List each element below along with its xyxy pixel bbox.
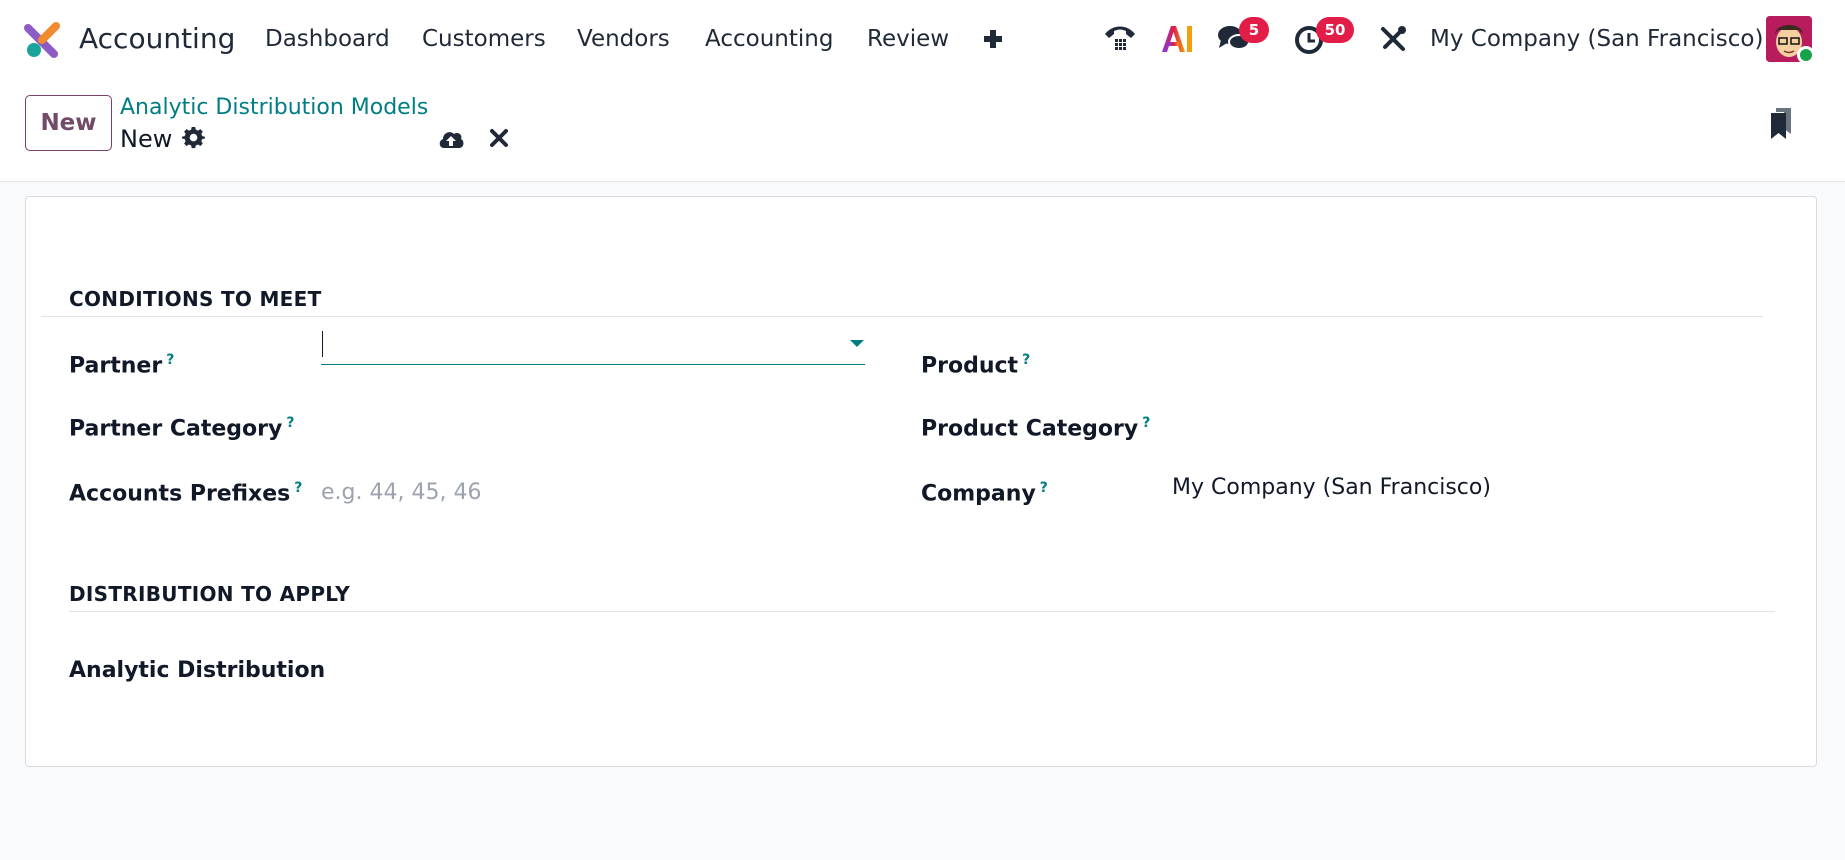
user-online-status: [1797, 46, 1815, 64]
company-label: Company?: [921, 473, 1048, 509]
partner-help-icon[interactable]: ?: [166, 352, 174, 368]
save-cloud-upload-icon[interactable]: [438, 128, 464, 150]
top-navbar: Accounting Dashboard Customers Vendors A…: [0, 0, 1845, 78]
menu-accounting[interactable]: Accounting: [705, 24, 833, 54]
company-label-text: Company: [921, 481, 1036, 507]
gear-icon[interactable]: [182, 127, 205, 150]
text-cursor: [322, 331, 323, 357]
partner-input[interactable]: [321, 325, 865, 365]
distribution-divider: [69, 611, 1775, 612]
partner-category-field[interactable]: [321, 407, 865, 441]
product-help-icon[interactable]: ?: [1022, 352, 1030, 368]
bookmark-icon[interactable]: [1769, 106, 1793, 140]
analytic-distribution-field[interactable]: [346, 655, 1246, 689]
menu-vendors[interactable]: Vendors: [577, 24, 670, 54]
conditions-section-title: CONDITIONS TO MEET: [69, 287, 322, 311]
menu-customers[interactable]: Customers: [422, 24, 546, 54]
tools-icon[interactable]: [1379, 25, 1407, 53]
product-label-text: Product: [921, 353, 1019, 379]
ai-icon[interactable]: [1160, 24, 1194, 54]
company-field[interactable]: My Company (San Francisco): [1172, 473, 1491, 503]
company-help-icon[interactable]: ?: [1040, 480, 1048, 496]
partner-dropdown-caret-icon[interactable]: [850, 340, 864, 347]
phone-icon[interactable]: [1103, 22, 1137, 56]
product-category-label: Product Category?: [921, 408, 1150, 444]
accounting-app-logo-icon[interactable]: [24, 20, 62, 58]
partner-label: Partner?: [69, 345, 174, 381]
breadcrumb-analytic-distribution-models[interactable]: Analytic Distribution Models: [120, 94, 428, 122]
accounts-prefixes-input[interactable]: [321, 474, 865, 510]
partner-category-label: Partner Category?: [69, 408, 294, 444]
product-category-field[interactable]: [1172, 407, 1752, 441]
menu-review[interactable]: Review: [867, 24, 949, 54]
partner-category-label-text: Partner Category: [69, 416, 283, 442]
partner-category-help-icon[interactable]: ?: [286, 415, 294, 431]
plus-icon[interactable]: [982, 24, 1004, 52]
company-switcher[interactable]: My Company (San Francisco): [1430, 24, 1763, 54]
product-label: Product?: [921, 345, 1030, 381]
partner-label-text: Partner: [69, 353, 163, 379]
accounts-prefixes-label: Accounts Prefixes?: [69, 473, 302, 509]
distribution-section-title: DISTRIBUTION TO APPLY: [69, 582, 351, 606]
conditions-divider: [41, 316, 1763, 317]
product-field[interactable]: [1172, 343, 1752, 377]
analytic-distribution-label: Analytic Distribution: [69, 658, 326, 683]
record-name: New: [120, 125, 173, 153]
discard-close-icon[interactable]: [489, 128, 509, 148]
app-name[interactable]: Accounting: [79, 20, 235, 58]
activity-count-badge: 50: [1316, 17, 1354, 43]
menu-dashboard[interactable]: Dashboard: [265, 24, 390, 54]
chat-count-badge: 5: [1239, 17, 1269, 43]
accounts-prefixes-label-text: Accounts Prefixes: [69, 481, 291, 507]
accounts-prefixes-help-icon[interactable]: ?: [294, 480, 302, 496]
form-sheet: CONDITIONS TO MEET Partner? Partner Cate…: [25, 196, 1817, 767]
new-button[interactable]: New: [25, 95, 112, 151]
product-category-help-icon[interactable]: ?: [1142, 415, 1150, 431]
control-panel: New Analytic Distribution Models New: [0, 78, 1845, 182]
product-category-label-text: Product Category: [921, 416, 1139, 442]
